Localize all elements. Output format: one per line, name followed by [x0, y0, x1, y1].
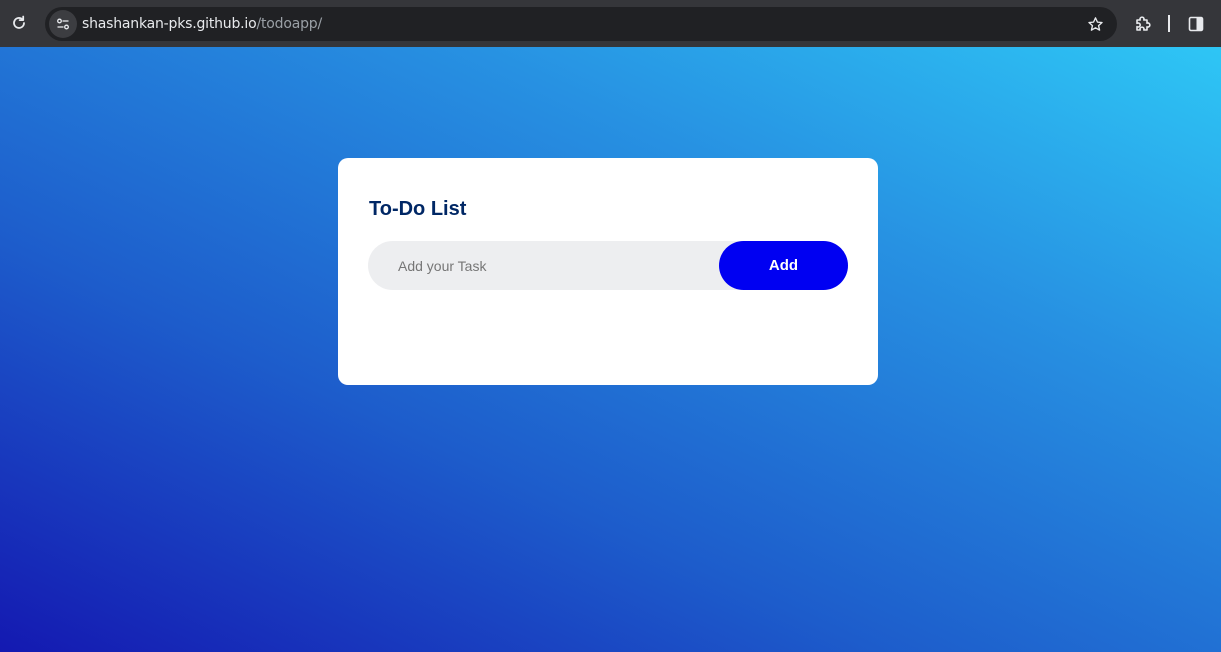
todo-card: To-Do List Add — [338, 158, 878, 385]
add-button[interactable]: Add — [719, 241, 848, 290]
side-panel-button[interactable] — [1186, 14, 1206, 34]
site-info-button[interactable] — [49, 10, 77, 38]
url-text[interactable]: shashankan-pks.github.io/todoapp/ — [82, 7, 322, 41]
site-settings-icon — [57, 18, 69, 30]
reload-icon — [13, 15, 25, 29]
task-input-row: Add — [368, 241, 848, 290]
url-path: /todoapp/ — [256, 16, 322, 32]
bookmark-button[interactable] — [1085, 14, 1105, 34]
extensions-button[interactable] — [1132, 13, 1154, 35]
puzzle-icon — [1136, 16, 1151, 31]
side-panel-icon — [1188, 16, 1204, 32]
toolbar-divider — [1168, 15, 1170, 32]
todo-title: To-Do List — [369, 198, 467, 220]
address-bar[interactable]: shashankan-pks.github.io/todoapp/ — [45, 7, 1117, 41]
url-host: shashankan-pks.github.io — [82, 16, 257, 32]
task-input[interactable] — [368, 241, 718, 290]
page-viewport: To-Do List Add — [0, 47, 1221, 652]
browser-toolbar: shashankan-pks.github.io/todoapp/ — [0, 0, 1221, 47]
reload-button[interactable] — [8, 12, 30, 34]
star-icon — [1087, 16, 1103, 31]
